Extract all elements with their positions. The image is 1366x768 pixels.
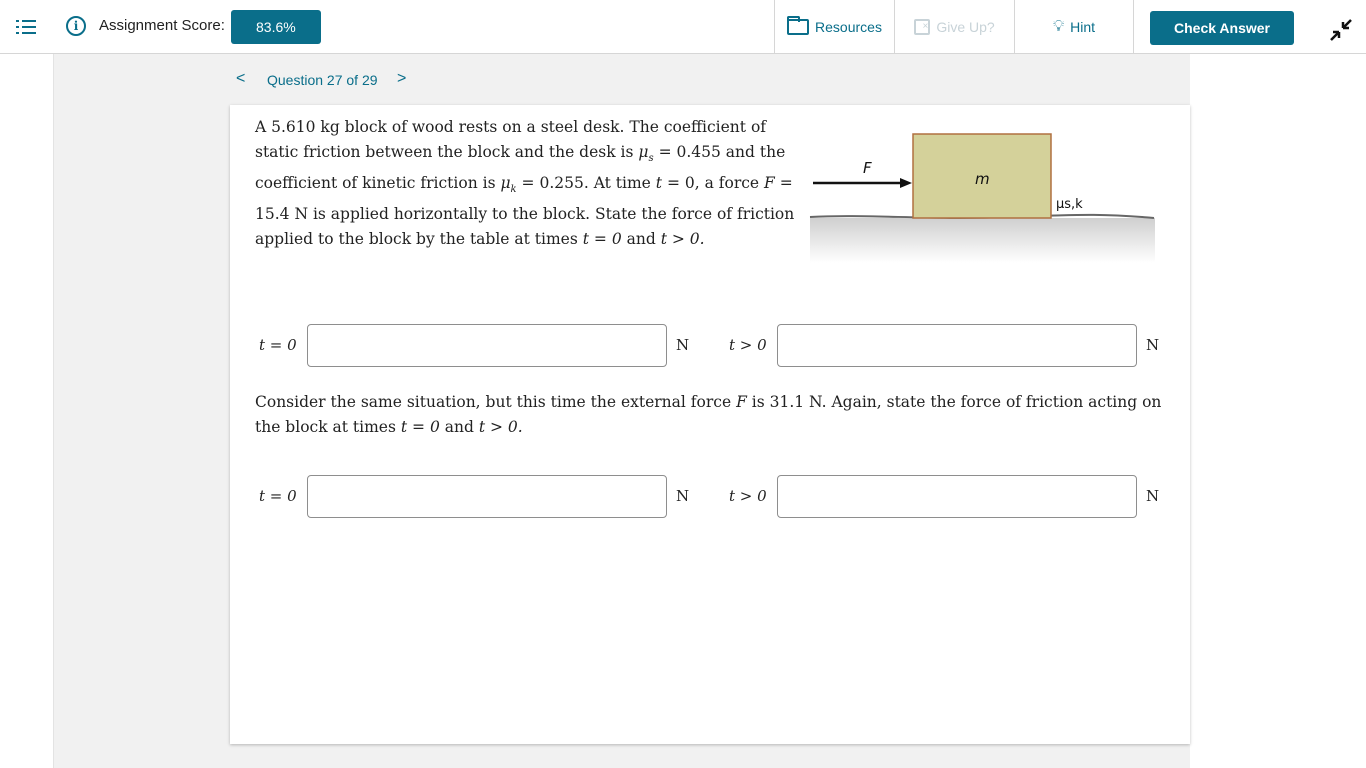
score-badge: 83.6% [231, 10, 321, 44]
friction-tgt0-input-part2[interactable] [777, 475, 1137, 518]
unit-label: N [1146, 336, 1160, 354]
problem-statement-part2: Consider the same situation, but this ti… [255, 393, 1162, 436]
mu-label: μs,k [1056, 197, 1083, 212]
lightbulb-icon: 💡︎ [1052, 18, 1065, 35]
resources-label: Resources [815, 19, 882, 35]
give-up-label: Give Up? [936, 19, 995, 35]
top-toolbar: i Assignment Score: 83.6% Resources × Gi… [0, 0, 1366, 54]
assignment-score-label: Assignment Score: [99, 17, 225, 34]
answer-label: t > 0 [729, 336, 767, 354]
unit-label: N [676, 487, 690, 505]
hint-button[interactable]: 💡︎ Hint [1014, 0, 1134, 54]
answer-label: t = 0 [259, 336, 297, 354]
give-up-icon: × [914, 19, 931, 35]
unit-label: N [676, 336, 690, 354]
chevron-right-icon[interactable]: > [397, 70, 406, 88]
answer-row-part1: t = 0 N t > 0 N [255, 324, 1165, 368]
desk-surface [810, 218, 1155, 263]
menu-icon[interactable] [16, 17, 36, 37]
give-up-button[interactable]: × Give Up? [894, 0, 1014, 54]
hint-label: Hint [1070, 19, 1096, 35]
answer-label: t > 0 [729, 487, 767, 505]
folder-icon [787, 16, 810, 35]
friction-t0-input-part2[interactable] [307, 475, 667, 518]
problem-statement: A 5.610 kg block of wood rests on a stee… [255, 118, 795, 249]
resources-button[interactable]: Resources [774, 0, 894, 54]
chevron-left-icon[interactable]: < [236, 70, 245, 88]
force-label: F [863, 159, 872, 177]
answer-label: t = 0 [259, 487, 297, 505]
collapse-icon[interactable] [1328, 17, 1354, 43]
unit-label: N [1146, 487, 1160, 505]
info-icon[interactable]: i [66, 16, 86, 36]
answer-row-part2: t = 0 N t > 0 N [255, 475, 1165, 519]
right-margin [1190, 54, 1366, 768]
question-counter: Question 27 of 29 [267, 72, 378, 88]
friction-tgt0-input[interactable] [777, 324, 1137, 367]
mass-label: m [975, 170, 990, 188]
left-rail [0, 54, 54, 768]
friction-t0-input[interactable] [307, 324, 667, 367]
check-answer-button[interactable]: Check Answer [1150, 11, 1294, 45]
block-force-diagram: F m μs,k [808, 128, 1158, 268]
